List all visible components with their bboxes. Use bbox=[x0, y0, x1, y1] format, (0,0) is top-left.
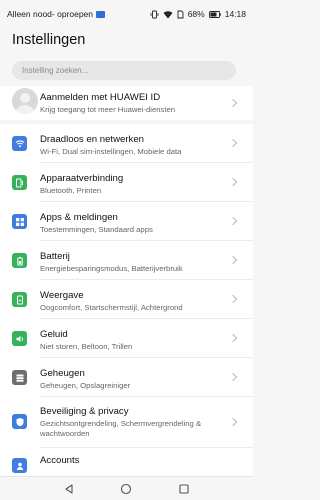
chevron-right-icon bbox=[228, 333, 238, 343]
settings-item-title: Batterij bbox=[40, 251, 70, 262]
settings-item-title: Geheugen bbox=[40, 368, 85, 379]
settings-item-subtitle: Bluetooth, Printen bbox=[40, 186, 102, 195]
chevron-right-icon bbox=[228, 255, 238, 265]
settings-item-wireless[interactable]: Draadloos en netwerken Wi-Fi, Dual sim-i… bbox=[0, 124, 253, 162]
settings-item-text: Apps & meldingen Toestemmingen, Standaar… bbox=[40, 212, 225, 235]
settings-item-subtitle: Energiebesparingsmodus, Batterijverbruik bbox=[40, 264, 183, 273]
account-title: Aanmelden met HUAWEI ID bbox=[40, 92, 161, 103]
back-triangle-icon bbox=[65, 483, 73, 494]
settings-item-title: Geluid bbox=[40, 329, 68, 340]
settings-item-title: Apparaatverbinding bbox=[40, 173, 124, 184]
navigation-bar bbox=[0, 476, 253, 500]
back-button[interactable] bbox=[59, 479, 79, 499]
accounts-icon bbox=[12, 458, 27, 473]
status-right: 68% 14:18 bbox=[150, 9, 246, 19]
chevron-right-icon bbox=[228, 177, 238, 187]
chevron-right-icon bbox=[228, 98, 238, 108]
wifi-status-icon bbox=[163, 10, 173, 19]
avatar bbox=[12, 88, 38, 114]
battery-status-icon bbox=[208, 10, 221, 18]
chevron-right-icon bbox=[228, 294, 238, 304]
settings-item-title: Apps & meldingen bbox=[40, 212, 118, 223]
settings-item-title: Draadloos en netwerken bbox=[40, 134, 144, 145]
settings-item-text: Accounts bbox=[40, 455, 225, 467]
recents-button[interactable] bbox=[174, 479, 194, 499]
search-placeholder: Instelling zoeken... bbox=[22, 66, 89, 75]
settings-item-battery[interactable]: Batterij Energiebesparingsmodus, Batteri… bbox=[0, 241, 253, 279]
search-input[interactable]: Instelling zoeken... bbox=[12, 61, 236, 80]
settings-item-text: Beveiliging & privacy Gezichtsontgrendel… bbox=[40, 406, 225, 439]
chevron-right-icon bbox=[228, 216, 238, 226]
home-circle-icon bbox=[121, 483, 132, 494]
account-card[interactable]: Aanmelden met HUAWEI ID Krijg toegang to… bbox=[0, 86, 253, 120]
settings-item-text: Batterij Energiebesparingsmodus, Batteri… bbox=[40, 251, 225, 274]
display-icon bbox=[12, 292, 27, 307]
carrier-label: Alleen nood- oproepen bbox=[7, 9, 94, 19]
account-subtitle: Krijg toegang tot meer Huawei-diensten bbox=[40, 105, 176, 114]
home-button[interactable] bbox=[116, 479, 136, 499]
apps-icon bbox=[12, 214, 27, 229]
shield-icon bbox=[12, 414, 27, 429]
settings-item-subtitle: Toestemmingen, Standaard apps bbox=[40, 225, 153, 234]
message-notification-icon bbox=[96, 10, 106, 18]
wifi-icon bbox=[12, 136, 27, 151]
settings-item-subtitle: Niet storen, Beltoon, Trillen bbox=[40, 342, 133, 351]
settings-item-storage[interactable]: Geheugen Geheugen, Opslagreiniger bbox=[0, 358, 253, 396]
settings-item-accounts[interactable]: Accounts bbox=[0, 448, 253, 476]
settings-item-title: Beveiliging & privacy bbox=[40, 406, 129, 417]
account-text: Aanmelden met HUAWEI ID Krijg toegang to… bbox=[40, 92, 225, 115]
settings-item-device-connection[interactable]: Apparaatverbinding Bluetooth, Printen bbox=[0, 163, 253, 201]
battery-percentage: 68% bbox=[187, 9, 205, 19]
settings-item-title: Accounts bbox=[40, 455, 80, 466]
no-sim-icon bbox=[177, 10, 184, 19]
status-left: Alleen nood- oproepen bbox=[7, 9, 106, 19]
status-time: 14:18 bbox=[224, 9, 246, 19]
settings-item-subtitle: Wi-Fi, Dual sim-instellingen, Mobiele da… bbox=[40, 147, 182, 156]
chevron-right-icon bbox=[228, 372, 238, 382]
battery-icon bbox=[12, 253, 27, 268]
status-bar: Alleen nood- oproepen 68% 14:18 bbox=[0, 0, 253, 28]
chevron-right-icon bbox=[228, 138, 238, 148]
settings-item-subtitle: Oogcomfort, Startschermstijl, Achtergron… bbox=[40, 303, 183, 312]
settings-item-title: Weergave bbox=[40, 290, 84, 301]
settings-item-text: Geluid Niet storen, Beltoon, Trillen bbox=[40, 329, 225, 352]
settings-item-security[interactable]: Beveiliging & privacy Gezichtsontgrendel… bbox=[0, 397, 253, 447]
settings-item-apps[interactable]: Apps & meldingen Toestemmingen, Standaar… bbox=[0, 202, 253, 240]
settings-item-sound[interactable]: Geluid Niet storen, Beltoon, Trillen bbox=[0, 319, 253, 357]
settings-item-display[interactable]: Weergave Oogcomfort, Startschermstijl, A… bbox=[0, 280, 253, 318]
storage-icon bbox=[12, 370, 27, 385]
settings-list: Draadloos en netwerken Wi-Fi, Dual sim-i… bbox=[0, 124, 253, 476]
recents-square-icon bbox=[179, 483, 189, 494]
vibrate-icon bbox=[150, 10, 159, 19]
settings-item-subtitle: Gezichtsontgrendeling, Schermvergrendeli… bbox=[40, 419, 202, 438]
chevron-right-icon bbox=[228, 417, 238, 427]
sound-icon bbox=[12, 331, 27, 346]
settings-item-text: Geheugen Geheugen, Opslagreiniger bbox=[40, 368, 225, 391]
settings-item-text: Apparaatverbinding Bluetooth, Printen bbox=[40, 173, 225, 196]
page-title: Instellingen bbox=[12, 32, 86, 48]
settings-item-text: Weergave Oogcomfort, Startschermstijl, A… bbox=[40, 290, 225, 313]
settings-item-subtitle: Geheugen, Opslagreiniger bbox=[40, 381, 131, 390]
settings-item-text: Draadloos en netwerken Wi-Fi, Dual sim-i… bbox=[40, 134, 225, 157]
device-connection-icon bbox=[12, 175, 27, 190]
